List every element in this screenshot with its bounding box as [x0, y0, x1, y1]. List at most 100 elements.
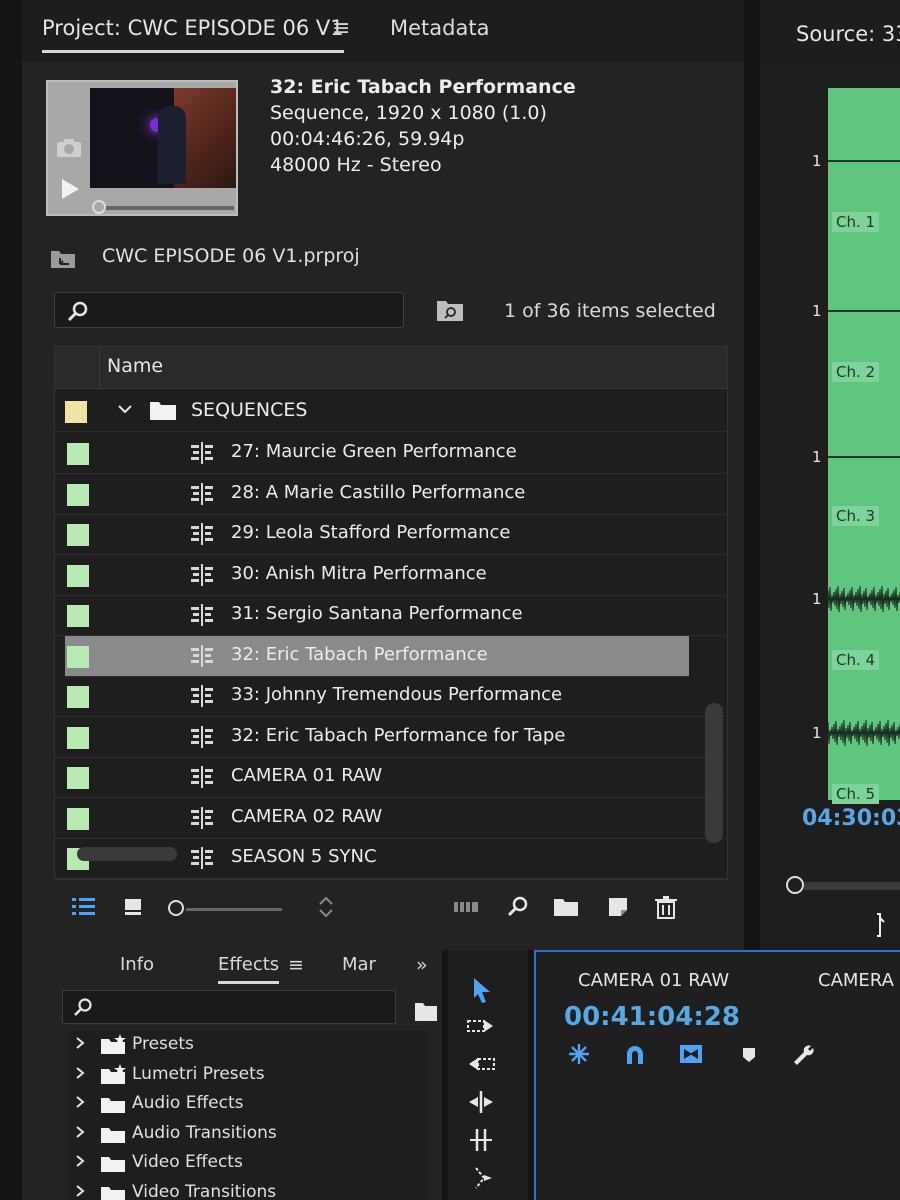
timeline-tab-camera[interactable]: CAMERA: [818, 970, 894, 991]
tab-metadata[interactable]: Metadata: [390, 16, 489, 40]
effects-folder-row[interactable]: Audio Effects: [68, 1091, 428, 1119]
poster-frame-camera-icon[interactable]: [56, 138, 82, 158]
selection-tool-icon[interactable]: [466, 976, 496, 1004]
parent-folder-icon[interactable]: [50, 247, 76, 269]
sequence-row[interactable]: 30: Anish Mitra Performance: [55, 555, 727, 596]
sort-icon[interactable]: [312, 894, 340, 920]
source-monitor: Source: 33 Ch. 1 Ch. 2 Ch. 3 Ch. 4 Ch. 5 04:…: [760, 0, 900, 950]
trash-icon[interactable]: [652, 894, 680, 920]
label-color-swatch[interactable]: [67, 524, 89, 546]
audio-waveform[interactable]: Ch. 1 Ch. 2 Ch. 3 Ch. 4 Ch. 5: [828, 88, 900, 804]
tab-info[interactable]: Info: [120, 954, 154, 975]
chevron-right-icon[interactable]: [74, 1184, 86, 1198]
effects-folder-label: Audio Transitions: [132, 1122, 277, 1143]
sequence-name: SEASON 5 SYNC: [231, 846, 377, 867]
source-timecode[interactable]: 04:30:03: [802, 806, 900, 831]
new-search-bin-icon[interactable]: [436, 298, 464, 322]
thumbnail-video[interactable]: [90, 88, 236, 188]
label-color-swatch[interactable]: [67, 726, 89, 749]
zoom-slider-handle[interactable]: [168, 900, 184, 916]
nest-sequence-icon[interactable]: [566, 1042, 592, 1066]
chevron-right-icon[interactable]: [74, 1036, 86, 1050]
panel-menu-icon[interactable]: ≡: [332, 16, 350, 41]
label-color-swatch[interactable]: [67, 443, 89, 465]
folder-icon: [101, 1157, 125, 1172]
linked-selection-icon[interactable]: [678, 1042, 704, 1066]
sequence-row[interactable]: 33: Johnny Tremendous Performance: [55, 676, 727, 717]
sequence-row[interactable]: 27: Maurcie Green Performance: [55, 433, 727, 474]
panel-menu-icon[interactable]: ≡: [288, 954, 304, 976]
effects-folder-row[interactable]: Presets: [68, 1032, 428, 1060]
sequence-icon: [191, 563, 213, 586]
icon-view-icon[interactable]: [120, 894, 148, 920]
chevron-down-icon[interactable]: [117, 401, 133, 417]
timeline-timecode[interactable]: 00:41:04:28: [564, 1002, 740, 1032]
tab-project[interactable]: Project: CWC EPISODE 06 V1: [42, 16, 344, 53]
new-item-icon[interactable]: [604, 894, 632, 920]
label-color-swatch[interactable]: [67, 686, 89, 708]
snap-magnet-icon[interactable]: [622, 1042, 648, 1066]
chevron-right-icon[interactable]: [74, 1095, 86, 1109]
source-scrub-handle[interactable]: [786, 876, 804, 894]
thumbnail-scrub-handle[interactable]: [92, 200, 106, 214]
sequence-name: CAMERA 01 RAW: [231, 765, 383, 786]
new-custom-bin-icon[interactable]: [414, 1000, 438, 1022]
bin-row-sequences[interactable]: SEQUENCES: [55, 391, 727, 432]
automate-to-sequence-icon[interactable]: [452, 894, 480, 920]
project-panel-header: Project: CWC EPISODE 06 V1 ≡ Metadata: [22, 0, 744, 62]
mark-in-icon[interactable]: [874, 912, 886, 938]
timeline-tab-camera-01-raw[interactable]: CAMERA 01 RAW: [578, 970, 729, 991]
chevron-right-icon[interactable]: [74, 1066, 86, 1080]
project-search-input[interactable]: [54, 292, 404, 328]
tab-effects[interactable]: Effects: [218, 954, 280, 984]
ripple-edit-tool-icon[interactable]: [466, 1050, 496, 1078]
label-color-swatch[interactable]: [67, 483, 89, 506]
sequence-row[interactable]: 28: A Marie Castillo Performance: [55, 474, 727, 515]
sequence-icon: [191, 523, 213, 545]
effects-folder-row[interactable]: Video Effects: [68, 1150, 428, 1178]
razor-tool-icon[interactable]: [466, 1164, 496, 1192]
thumbnail-scrub-bar[interactable]: [100, 206, 234, 210]
label-color-swatch[interactable]: [67, 564, 89, 587]
rolling-edit-tool-icon[interactable]: [466, 1088, 496, 1116]
tab-overflow-icon[interactable]: »: [416, 954, 428, 976]
sequence-row[interactable]: CAMERA 02 RAW: [55, 798, 727, 839]
sequence-row[interactable]: CAMERA 01 RAW: [55, 757, 727, 798]
label-color-swatch[interactable]: [65, 401, 87, 423]
label-color-swatch[interactable]: [67, 767, 89, 789]
sequence-row[interactable]: 31: Sergio Santana Performance: [55, 595, 727, 636]
vertical-scrollbar[interactable]: [705, 703, 723, 843]
sequence-row[interactable]: 32: Eric Tabach Performance for Tape: [55, 717, 727, 758]
effects-folder-row[interactable]: Audio Transitions: [68, 1121, 428, 1149]
chevron-right-icon[interactable]: [74, 1154, 86, 1168]
column-header-name[interactable]: Name: [107, 355, 163, 377]
effects-folder-row[interactable]: Lumetri Presets: [68, 1062, 428, 1090]
play-icon[interactable]: [60, 178, 80, 200]
zoom-slider-track[interactable]: [186, 908, 282, 911]
label-color-swatch[interactable]: [67, 645, 89, 668]
folder-icon: [101, 1127, 125, 1143]
tab-markers[interactable]: Mar: [342, 954, 376, 975]
sequence-row[interactable]: 32: Eric Tabach Performance: [65, 635, 689, 677]
label-color-swatch[interactable]: [67, 807, 89, 830]
sequence-row[interactable]: 29: Leola Stafford Performance: [55, 514, 727, 555]
effects-search-input[interactable]: [62, 990, 396, 1024]
label-color-swatch[interactable]: [67, 605, 89, 627]
slip-tool-icon[interactable]: [466, 1126, 496, 1154]
source-title[interactable]: Source: 33: [796, 22, 900, 46]
clip-format: Sequence, 1920 x 1080 (1.0): [270, 102, 547, 124]
sequence-icon: [191, 604, 213, 626]
channel-scale-label: 1: [812, 448, 822, 466]
source-scrub-bar[interactable]: [804, 882, 900, 890]
track-select-tool-icon[interactable]: [466, 1012, 496, 1040]
wrench-icon[interactable]: [790, 1042, 816, 1066]
effects-folder-row[interactable]: Video Transitions: [68, 1180, 428, 1200]
list-view-icon[interactable]: [70, 894, 98, 920]
new-bin-icon[interactable]: [552, 894, 580, 920]
add-marker-icon[interactable]: [736, 1042, 762, 1066]
chevron-right-icon[interactable]: [74, 1125, 86, 1139]
sequence-name: 28: A Marie Castillo Performance: [231, 481, 526, 503]
bin-label: SEQUENCES: [191, 399, 308, 421]
horizontal-scrollbar[interactable]: [77, 847, 177, 861]
find-icon[interactable]: [504, 894, 532, 920]
